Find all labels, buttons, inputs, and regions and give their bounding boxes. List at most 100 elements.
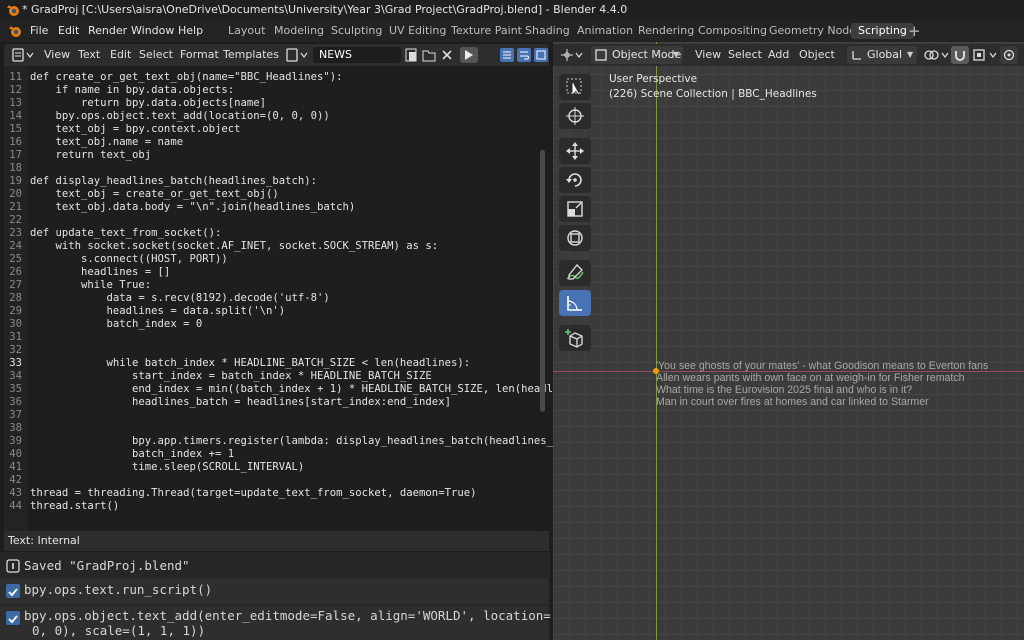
tab-sculpting[interactable]: Sculpting bbox=[324, 23, 389, 39]
chevron-down-icon: ▼ bbox=[907, 50, 914, 59]
code-text: text_obj = create_or_get_text_obj() bbox=[30, 188, 279, 200]
code-text: s.connect((HOST, PORT)) bbox=[30, 253, 228, 265]
te-menu-select[interactable]: Select bbox=[139, 44, 173, 66]
tool-add-cube[interactable] bbox=[559, 325, 591, 351]
editor-type-icon[interactable] bbox=[12, 48, 34, 62]
tab-uv-editing[interactable]: UV Editing bbox=[382, 23, 453, 39]
select-box-icon bbox=[566, 78, 582, 95]
move-icon bbox=[566, 142, 584, 160]
te-menu-templates[interactable]: Templates bbox=[223, 44, 279, 66]
code-text: text_obj = bpy.context.object bbox=[30, 123, 241, 135]
headline-text[interactable]: 'You see ghosts of your mates' - what Go… bbox=[656, 360, 988, 372]
info-op-row[interactable]: bpy.ops.object.text_add(enter_editmode=F… bbox=[0, 606, 573, 640]
info-icon bbox=[6, 559, 20, 573]
code-text: def display_headlines_batch(headlines_ba… bbox=[30, 175, 318, 187]
info-saved-row: Saved "GradProj.blend" bbox=[0, 556, 548, 576]
code-text: return bpy.data.objects[name] bbox=[30, 97, 266, 109]
line-number: 15 bbox=[9, 123, 22, 135]
tool-scale[interactable] bbox=[559, 196, 591, 222]
check-icon bbox=[6, 611, 20, 625]
blender-menu-icon[interactable] bbox=[8, 24, 22, 38]
transform-orientation-dropdown[interactable]: Global ▼ bbox=[847, 46, 917, 64]
tool-rotate[interactable] bbox=[559, 167, 591, 193]
line-number: 28 bbox=[9, 292, 22, 304]
code-text: while True: bbox=[30, 279, 152, 291]
code-text: bpy.app.timers.register(lambda: display_… bbox=[30, 435, 579, 447]
code-text: text_obj.name = name bbox=[30, 136, 184, 148]
code-text: headlines = data.split('\n') bbox=[30, 305, 286, 317]
line-number: 14 bbox=[9, 110, 22, 122]
te-menu-view[interactable]: View bbox=[44, 44, 70, 66]
menu-edit[interactable]: Edit bbox=[58, 20, 79, 42]
te-menu-edit[interactable]: Edit bbox=[110, 44, 131, 66]
headline-text[interactable]: What time is the Eurovision 2025 final a… bbox=[656, 384, 912, 396]
te-menu-text[interactable]: Text bbox=[78, 44, 100, 66]
syntax-highlight-toggle-icon[interactable] bbox=[534, 48, 548, 62]
tab-texture-paint[interactable]: Texture Paint bbox=[444, 23, 529, 39]
menu-file[interactable]: File bbox=[30, 20, 48, 42]
info-op-row[interactable]: bpy.ops.text.run_script() bbox=[0, 578, 548, 604]
line-number: 23 bbox=[9, 227, 22, 239]
line-number: 11 bbox=[9, 71, 22, 83]
vp-menu-add[interactable]: Add bbox=[768, 44, 789, 66]
open-text-icon[interactable] bbox=[422, 48, 436, 62]
tool-move[interactable] bbox=[559, 138, 591, 164]
run-script-button[interactable] bbox=[460, 47, 478, 63]
tool-annotate[interactable] bbox=[559, 260, 591, 286]
menu-window[interactable]: Window bbox=[131, 20, 174, 42]
pivot-point-icon[interactable] bbox=[923, 48, 951, 62]
tool-transform[interactable] bbox=[559, 225, 591, 251]
mode-dropdown[interactable]: Object Mode ▼ bbox=[591, 46, 683, 64]
code-area[interactable]: 11 def create_or_get_text_obj(name="BBC_H… bbox=[4, 66, 579, 531]
snap-target-icon[interactable] bbox=[973, 48, 999, 62]
code-text: time.sleep(SCROLL_INTERVAL) bbox=[30, 461, 305, 473]
menu-help[interactable]: Help bbox=[178, 20, 203, 42]
unlink-text-icon[interactable] bbox=[440, 48, 454, 62]
word-wrap-toggle-icon[interactable] bbox=[517, 48, 531, 62]
tab-shading[interactable]: Shading bbox=[518, 23, 577, 39]
snap-toggle[interactable] bbox=[951, 46, 969, 64]
info-saved-text: Saved "GradProj.blend" bbox=[24, 558, 190, 573]
viewport-perspective-label: User Perspective bbox=[609, 73, 698, 85]
tool-cursor[interactable] bbox=[559, 103, 591, 129]
text-name-field[interactable]: NEWS bbox=[313, 47, 401, 63]
3d-viewport[interactable] bbox=[553, 42, 1024, 640]
tab-modeling[interactable]: Modeling bbox=[267, 23, 331, 39]
new-text-icon[interactable] bbox=[404, 48, 418, 62]
code-text: with socket.socket(socket.AF_INET, socke… bbox=[30, 240, 439, 252]
line-number: 37 bbox=[9, 409, 22, 421]
code-text: bpy.ops.object.text_add(location=(0, 0, … bbox=[30, 110, 330, 122]
info-op-text: bpy.ops.object.text_add(enter_editmode=F… bbox=[24, 608, 574, 623]
text-browse-icon[interactable] bbox=[286, 48, 310, 62]
te-menu-format[interactable]: Format bbox=[180, 44, 219, 66]
vp-menu-object[interactable]: Object bbox=[799, 44, 835, 66]
line-number: 27 bbox=[9, 279, 22, 291]
vp-menu-view[interactable]: View bbox=[695, 44, 721, 66]
code-text: headlines_batch = headlines[start_index:… bbox=[30, 396, 451, 408]
play-icon bbox=[465, 50, 473, 60]
tool-measure[interactable] bbox=[559, 290, 591, 316]
line-number: 39 bbox=[9, 435, 22, 447]
code-text: def create_or_get_text_obj(name="BBC_Hea… bbox=[30, 71, 343, 83]
code-scrollbar[interactable] bbox=[540, 150, 545, 412]
line-number: 42 bbox=[9, 474, 22, 486]
tab-layout[interactable]: Layout bbox=[221, 23, 272, 39]
editor-type-icon[interactable] bbox=[561, 48, 583, 62]
headline-text[interactable]: Allen wears pants with own face on at we… bbox=[656, 372, 965, 384]
code-text: batch_index = 0 bbox=[30, 318, 203, 330]
measure-icon bbox=[567, 296, 582, 311]
tab-animation[interactable]: Animation bbox=[570, 23, 640, 39]
menu-render[interactable]: Render bbox=[88, 20, 127, 42]
annotate-icon bbox=[566, 264, 584, 280]
vp-menu-select[interactable]: Select bbox=[728, 44, 762, 66]
headline-text[interactable]: Man in court over fires at homes and car… bbox=[656, 396, 929, 408]
tool-select-box[interactable] bbox=[559, 74, 591, 100]
proportional-editing-toggle[interactable] bbox=[1000, 46, 1018, 64]
orientation-icon bbox=[852, 51, 861, 60]
line-number: 13 bbox=[9, 97, 22, 109]
line-number: 20 bbox=[9, 188, 22, 200]
tab-scripting[interactable]: Scripting bbox=[851, 23, 914, 39]
line-numbers-toggle-icon[interactable] bbox=[500, 48, 514, 62]
add-workspace-icon[interactable]: + bbox=[908, 20, 921, 42]
code-text: end_index = min((batch_index + 1) * HEAD… bbox=[30, 383, 579, 395]
